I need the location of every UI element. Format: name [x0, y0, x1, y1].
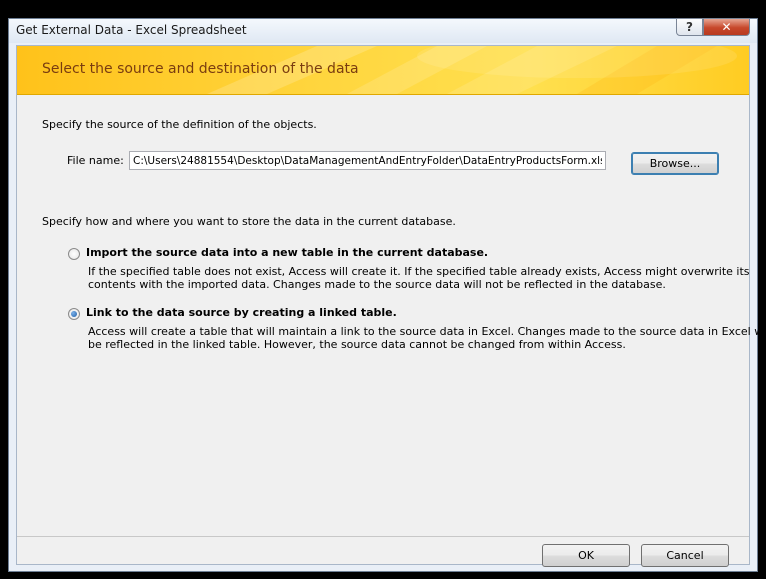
link-option-description-line2: be reflected in the linked table. Howeve…	[88, 338, 626, 351]
link-option-label[interactable]: Link to the data source by creating a li…	[86, 306, 397, 319]
title-bar[interactable]: Get External Data - Excel Spreadsheet ? …	[9, 18, 757, 43]
browse-button[interactable]: Browse...	[631, 152, 719, 175]
import-option-radio[interactable]	[68, 248, 80, 260]
import-option-description-line2: contents with the imported data. Changes…	[88, 278, 666, 291]
dialog-window: Get External Data - Excel Spreadsheet ? …	[8, 18, 766, 572]
storage-instruction: Specify how and where you want to store …	[42, 215, 456, 228]
window-title: Get External Data - Excel Spreadsheet	[16, 23, 247, 37]
radio-selected-dot	[71, 311, 77, 317]
import-option-description-line1: If the specified table does not exist, A…	[88, 265, 750, 278]
link-option-radio[interactable]	[68, 308, 80, 320]
import-option-label[interactable]: Import the source data into a new table …	[86, 246, 488, 259]
link-option-description-line1: Access will create a table that will mai…	[88, 325, 766, 338]
dialog-body: Select the source and destination of the…	[16, 45, 766, 567]
help-button[interactable]: ?	[676, 18, 703, 36]
ok-button[interactable]: OK	[542, 544, 630, 567]
banner-title: Select the source and destination of the…	[42, 61, 359, 77]
header-banner: Select the source and destination of the…	[17, 46, 749, 95]
file-name-label: File name:	[67, 154, 124, 167]
file-name-input[interactable]	[129, 151, 606, 170]
close-button[interactable]: ✕	[703, 18, 750, 36]
footer-divider	[17, 536, 749, 537]
cancel-button[interactable]: Cancel	[641, 544, 729, 567]
source-instruction: Specify the source of the definition of …	[42, 118, 317, 131]
